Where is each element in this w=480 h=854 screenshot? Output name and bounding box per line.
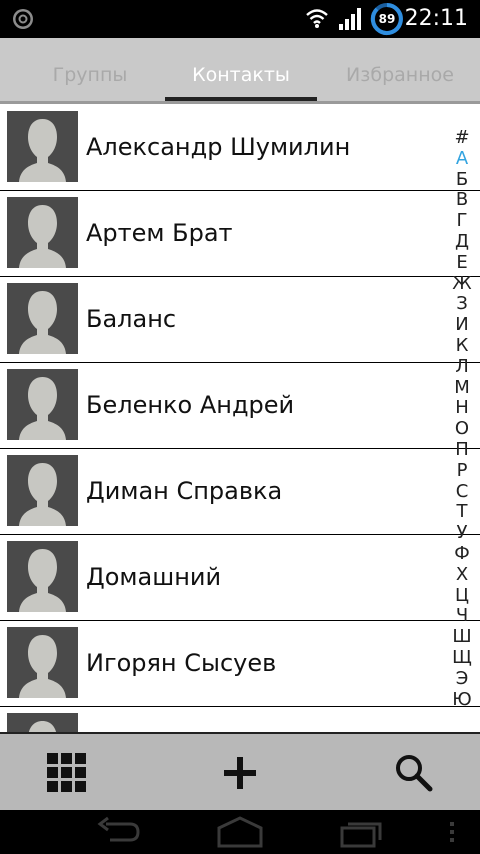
alphabet-index-letter[interactable]: Б [456, 169, 468, 191]
contact-row[interactable]: Диман Справка [0, 448, 480, 535]
back-icon[interactable] [94, 814, 142, 850]
alphabet-index[interactable]: # А Б В Г Д Е Ж З И К Л М Н О П Р С Т У Ф Х Ц Ч Ш Щ Э Ю [448, 128, 476, 710]
avatar-placeholder-icon [7, 627, 78, 698]
battery-level: 89 [378, 12, 396, 26]
contact-list[interactable]: Александр Шумилин Артем Брат Баланс Беле… [0, 104, 480, 732]
alphabet-index-letter[interactable]: С [456, 481, 469, 503]
alphabet-index-letter[interactable]: З [456, 294, 468, 315]
battery-icon: 89 [370, 2, 404, 36]
alphabet-index-letter[interactable]: М [454, 377, 470, 399]
alphabet-index-letter[interactable]: Ж [452, 273, 471, 295]
app-notification-icon [13, 9, 33, 29]
contact-row[interactable]: Беленко Андрей [0, 362, 480, 449]
avatar-placeholder-icon [7, 713, 78, 732]
alphabet-index-letter[interactable]: П [455, 439, 469, 461]
alphabet-index-letter[interactable]: Л [455, 356, 469, 378]
alphabet-index-letter[interactable]: О [455, 418, 469, 440]
avatar-placeholder-icon [7, 369, 78, 440]
alphabet-index-letter[interactable]: Н [455, 398, 469, 419]
alphabet-index-letter[interactable]: Т [457, 502, 468, 523]
contact-row[interactable]: Домашний [0, 534, 480, 621]
dialpad-button[interactable] [17, 734, 117, 812]
alphabet-index-letter[interactable]: Ю [452, 689, 471, 710]
search-button[interactable] [364, 734, 464, 812]
alphabet-index-letter[interactable]: Ч [456, 606, 468, 627]
wifi-icon [306, 9, 328, 28]
avatar-placeholder-icon [7, 197, 78, 268]
contact-name: Александр Шумилин [86, 133, 351, 161]
contact-row[interactable]: Баланс [0, 276, 480, 363]
alphabet-index-letter[interactable]: В [456, 190, 468, 211]
alphabet-index-letter[interactable]: Е [456, 252, 467, 274]
contact-name: Игорян Сысуев [86, 649, 277, 677]
system-nav-bar [0, 810, 480, 854]
alphabet-index-letter[interactable]: Ш [452, 626, 471, 648]
contact-name: Артем Брат [86, 219, 233, 247]
home-icon[interactable] [215, 814, 265, 850]
contact-name: Диман Справка [86, 477, 283, 505]
alphabet-index-letter[interactable]: # [454, 128, 469, 149]
contact-name: Беленко Андрей [86, 391, 295, 419]
alphabet-index-letter[interactable]: Г [457, 210, 468, 232]
contact-row[interactable]: Игорян Сысуев [0, 620, 480, 707]
avatar-placeholder-icon [7, 541, 78, 612]
add-contact-button[interactable] [190, 734, 290, 812]
status-bar: 89 22:11 [0, 0, 480, 38]
tab-bar: Группы Контакты Избранное [0, 38, 480, 104]
alphabet-index-letter[interactable]: К [456, 335, 469, 357]
clock: 22:11 [404, 6, 468, 31]
alphabet-index-letter[interactable]: Ф [454, 543, 470, 565]
signal-icon [339, 8, 361, 30]
alphabet-index-letter[interactable]: Р [457, 460, 468, 482]
search-icon [396, 755, 433, 792]
avatar-placeholder-icon [7, 111, 78, 182]
bottom-action-bar [0, 732, 480, 812]
contact-name: Домашний [86, 563, 222, 591]
alphabet-index-letter[interactable]: Э [456, 668, 469, 690]
alphabet-index-letter[interactable]: Д [455, 231, 469, 253]
menu-icon[interactable] [446, 814, 458, 850]
add-contact-icon [224, 757, 256, 789]
tab-groups[interactable]: Группы [0, 38, 180, 104]
tab-favorites[interactable]: Избранное [320, 38, 480, 104]
recent-apps-icon[interactable] [338, 814, 386, 850]
alphabet-index-letter[interactable]: Ц [455, 585, 469, 607]
alphabet-index-letter[interactable]: Х [456, 564, 468, 586]
contact-row[interactable]: Артем Брат [0, 190, 480, 277]
avatar-placeholder-icon [7, 455, 78, 526]
contact-row[interactable] [0, 706, 480, 732]
avatar-placeholder-icon [7, 283, 78, 354]
alphabet-index-letter[interactable]: И [455, 314, 468, 336]
alphabet-index-letter[interactable]: У [457, 522, 468, 544]
contact-name: Баланс [86, 305, 177, 333]
tab-contacts[interactable]: Контакты [165, 38, 317, 104]
alphabet-index-letter[interactable]: А [456, 148, 468, 170]
contact-row[interactable]: Александр Шумилин [0, 104, 480, 191]
alphabet-index-letter[interactable]: Щ [452, 647, 472, 669]
dialpad-icon [47, 753, 86, 792]
